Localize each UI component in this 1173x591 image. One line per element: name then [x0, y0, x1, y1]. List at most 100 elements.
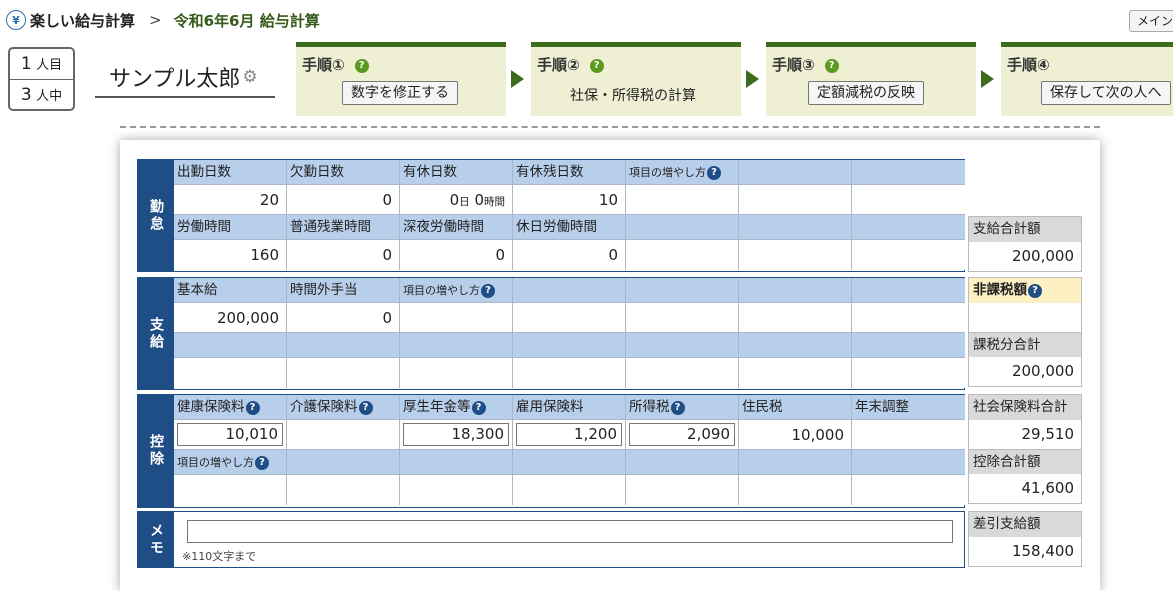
employee-name: サンプル太郎 ⚙ — [95, 58, 275, 98]
value-empty — [513, 303, 626, 333]
total-persons-unit: 人中 — [36, 89, 63, 104]
value-paid-leave-remaining[interactable]: 10 — [513, 185, 626, 215]
value-paid-leave[interactable]: 0日 0時間 — [400, 185, 513, 215]
value-resident-tax[interactable]: 10,000 — [739, 420, 852, 450]
help-icon[interactable]: ? — [824, 59, 839, 73]
header-holiday-hours: 休日労働時間 — [513, 215, 626, 240]
value-base-salary[interactable]: 200,000 — [174, 303, 287, 333]
value-empty — [626, 358, 739, 388]
header-empty — [287, 450, 400, 475]
breadcrumb-home-link[interactable]: 楽しい給与計算 — [30, 10, 135, 31]
deduction-section: 控除 健康保険料? 介護保険料? 厚生年金等? 雇用保険料 所得税? 住民税 年… — [137, 394, 965, 508]
header-empty — [513, 450, 626, 475]
arrow-right-icon — [746, 70, 759, 88]
social-insurance-total-value: 29,510 — [969, 420, 1081, 449]
value-empty — [739, 185, 852, 215]
health-insurance-cell: 10,010 — [174, 420, 287, 450]
value-empty — [174, 475, 287, 505]
header-paid-leave-remaining: 有休残日数 — [513, 160, 626, 185]
value-empty — [852, 303, 965, 333]
value-empty — [513, 475, 626, 505]
health-insurance-input[interactable]: 10,010 — [177, 423, 283, 446]
help-icon[interactable]: ? — [358, 401, 373, 415]
header-base-salary: 基本給 — [174, 278, 287, 303]
memo-label: メモ — [138, 512, 174, 567]
value-absent-days[interactable]: 0 — [287, 185, 400, 215]
header-resident-tax: 住民税 — [739, 395, 852, 420]
help-icon[interactable]: ? — [245, 401, 260, 415]
header-empty — [852, 215, 965, 240]
header-empty — [626, 215, 739, 240]
header-absent-days: 欠勤日数 — [287, 160, 400, 185]
total-persons-number: 3 — [20, 85, 32, 105]
memo-input[interactable] — [187, 520, 953, 543]
value-overtime-hours[interactable]: 0 — [287, 240, 400, 270]
pension-label: 厚生年金等 — [403, 399, 471, 415]
header-night-hours: 深夜労働時間 — [400, 215, 513, 240]
attendance-label: 勤怠 — [138, 160, 174, 271]
step-3-title: 手順③ — [772, 56, 815, 74]
breadcrumb: ¥ 楽しい給与計算 > 令和6年6月 給与計算 — [6, 9, 320, 31]
help-icon[interactable]: ? — [481, 284, 495, 298]
header-employment-insurance: 雇用保険料 — [513, 395, 626, 420]
breadcrumb-separator: > — [149, 11, 162, 29]
help-icon[interactable]: ? — [1028, 284, 1042, 298]
header-empty — [739, 160, 852, 185]
gear-icon[interactable]: ⚙ — [242, 67, 257, 87]
help-icon[interactable]: ? — [354, 59, 369, 73]
total-payment-box: 支給合計額 200,000 — [968, 216, 1082, 272]
help-icon[interactable]: ? — [471, 401, 486, 415]
value-work-hours[interactable]: 160 — [174, 240, 287, 270]
payment-section: 支給 基本給 時間外手当 項目の増やし方? 200,000 0 — [137, 277, 965, 390]
add-item-label: 項目の増やし方 — [403, 284, 480, 297]
deduction-summary-box: 社会保険料合計 29,510 控除合計額 41,600 — [968, 394, 1082, 504]
header-empty — [852, 450, 965, 475]
yen-logo-icon: ¥ — [6, 10, 26, 30]
value-care-insurance[interactable] — [287, 420, 400, 450]
nontaxable-value[interactable] — [969, 303, 1081, 332]
step-3: 手順③? 定額減税の反映 — [766, 42, 976, 116]
help-icon[interactable]: ? — [255, 456, 269, 470]
header-add-item: 項目の増やし方? — [174, 450, 287, 475]
save-next-button[interactable]: 保存して次の人へ — [1041, 81, 1171, 105]
value-empty — [626, 475, 739, 505]
help-icon[interactable]: ? — [670, 401, 685, 415]
net-pay-label: 差引支給額 — [969, 512, 1081, 537]
header-empty — [852, 160, 965, 185]
header-empty — [174, 333, 287, 358]
net-pay-box: 差引支給額 158,400 — [968, 511, 1082, 567]
value-empty — [626, 240, 739, 270]
total-deduction-label: 控除合計額 — [969, 449, 1081, 474]
breadcrumb-current: 令和6年6月 給与計算 — [173, 11, 320, 30]
paid-leave-day-unit: 日 — [459, 196, 470, 208]
step-1: 手順①? 数字を修正する — [296, 42, 506, 116]
value-empty — [626, 185, 739, 215]
pension-input[interactable]: 18,300 — [403, 423, 509, 446]
help-icon[interactable]: ? — [589, 59, 604, 73]
taxable-box: 非課税額? 課税分合計 200,000 — [968, 277, 1082, 387]
memo-section: メモ ※110文字まで — [137, 511, 965, 568]
header-empty — [739, 215, 852, 240]
value-night-hours[interactable]: 0 — [400, 240, 513, 270]
value-work-days[interactable]: 20 — [174, 185, 287, 215]
income-tax-input[interactable]: 2,090 — [629, 423, 735, 446]
value-year-end-adjustment[interactable] — [852, 420, 965, 450]
header-add-item: 項目の増やし方? — [400, 278, 513, 303]
employment-insurance-input[interactable]: 1,200 — [516, 423, 622, 446]
value-empty — [852, 185, 965, 215]
payment-grid: 基本給 時間外手当 項目の増やし方? 200,000 0 — [174, 278, 965, 388]
help-icon[interactable]: ? — [707, 166, 721, 180]
net-pay-value: 158,400 — [969, 537, 1081, 566]
header-empty — [513, 333, 626, 358]
main-menu-button[interactable]: メイン — [1129, 10, 1173, 32]
attendance-grid: 出勤日数 欠勤日数 有休日数 有休残日数 項目の増やし方? 20 0 0日 0時… — [174, 160, 965, 270]
header-add-item: 項目の増やし方? — [626, 160, 739, 185]
apply-tax-reduction-button[interactable]: 定額減税の反映 — [808, 81, 924, 105]
fix-numbers-button[interactable]: 数字を修正する — [342, 81, 458, 105]
header-empty — [626, 333, 739, 358]
value-holiday-hours[interactable]: 0 — [513, 240, 626, 270]
header-care-insurance: 介護保険料? — [287, 395, 400, 420]
value-empty — [852, 358, 965, 388]
value-overtime-allowance[interactable]: 0 — [287, 303, 400, 333]
step-1-title: 手順① — [302, 56, 345, 74]
